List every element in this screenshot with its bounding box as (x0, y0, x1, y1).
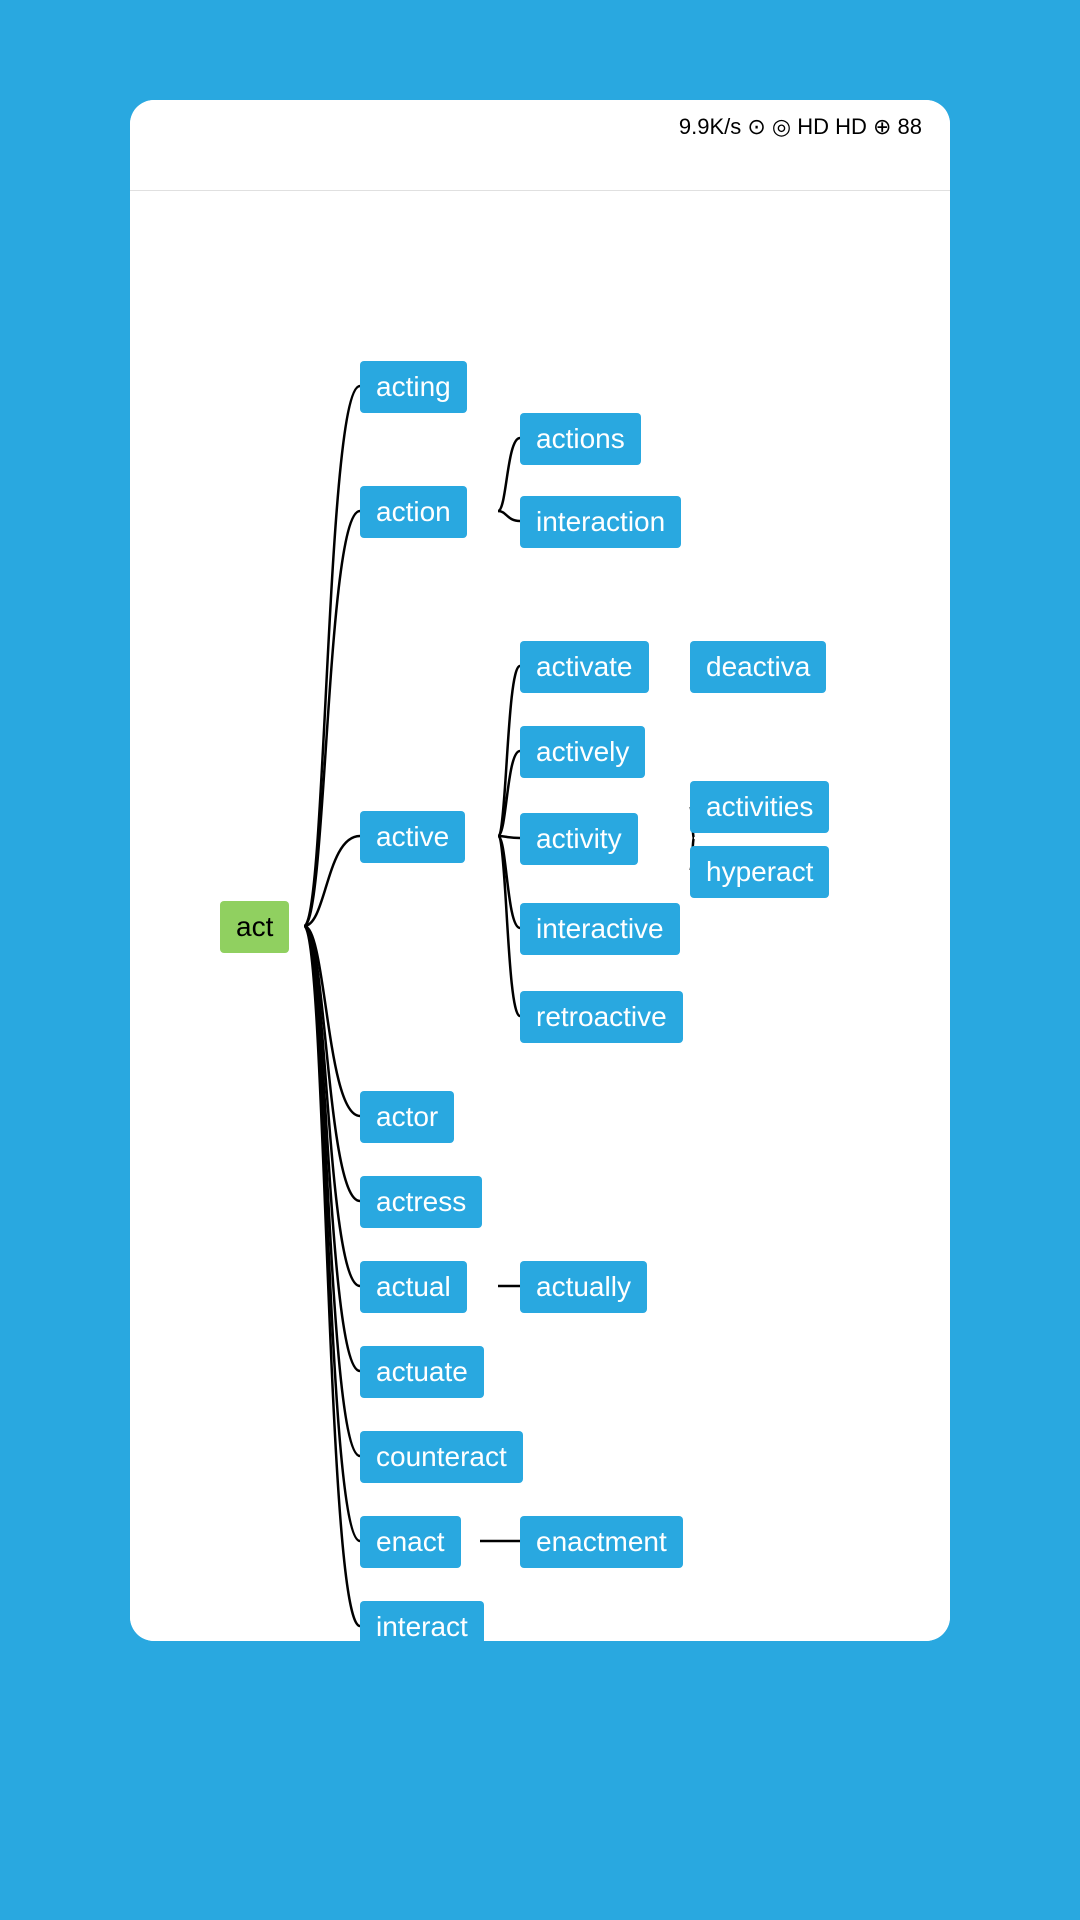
word-enactment[interactable]: enactment (520, 1516, 683, 1568)
word-actions[interactable]: actions (520, 413, 641, 465)
phone-frame: 9.9K/s ⊙ ◎ HD HD ⊕ 88 actactingactionact… (130, 100, 950, 1641)
status-right: 9.9K/s ⊙ ◎ HD HD ⊕ 88 (679, 114, 922, 140)
word-acting[interactable]: acting (360, 361, 467, 413)
word-activities[interactable]: activities (690, 781, 829, 833)
word-actuate[interactable]: actuate (360, 1346, 484, 1398)
word-enact[interactable]: enact (360, 1516, 461, 1568)
status-bar: 9.9K/s ⊙ ◎ HD HD ⊕ 88 (130, 100, 950, 154)
word-deactiva[interactable]: deactiva (690, 641, 826, 693)
word-actress[interactable]: actress (360, 1176, 482, 1228)
word-retroactive[interactable]: retroactive (520, 991, 683, 1043)
word-activity[interactable]: activity (520, 813, 638, 865)
word-active[interactable]: active (360, 811, 465, 863)
word-hyperact[interactable]: hyperact (690, 846, 829, 898)
word-actually[interactable]: actually (520, 1261, 647, 1313)
word-act[interactable]: act (220, 901, 289, 953)
word-interactive[interactable]: interactive (520, 903, 680, 955)
app-bar (130, 154, 950, 191)
word-action[interactable]: action (360, 486, 467, 538)
title-area (0, 0, 1080, 100)
word-interaction[interactable]: interaction (520, 496, 681, 548)
word-actively[interactable]: actively (520, 726, 645, 778)
status-info: 9.9K/s ⊙ ◎ HD HD ⊕ 88 (679, 114, 922, 140)
word-activate[interactable]: activate (520, 641, 649, 693)
word-interact[interactable]: interact (360, 1601, 484, 1641)
word-actor[interactable]: actor (360, 1091, 454, 1143)
tree-content: act acting action actions interaction active a… (130, 191, 950, 1641)
word-counteract[interactable]: counteract (360, 1431, 523, 1483)
word-actual[interactable]: actual (360, 1261, 467, 1313)
